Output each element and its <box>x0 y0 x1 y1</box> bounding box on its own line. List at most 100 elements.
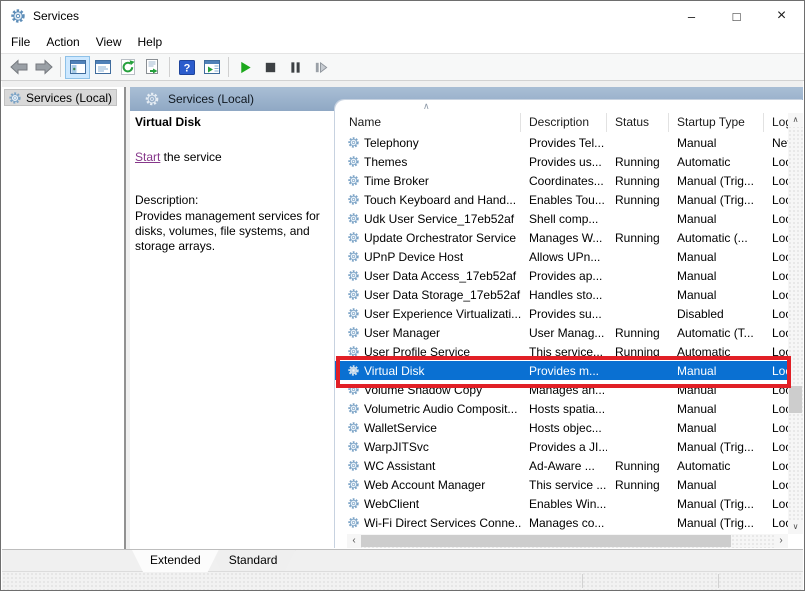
minimize-button[interactable]: – <box>669 1 714 31</box>
cell-description: Enables Win... <box>521 497 607 511</box>
service-row[interactable]: User Data Access_17eb52afProvides ap...M… <box>335 266 788 285</box>
service-gear-icon <box>347 478 360 491</box>
cell-log-on-as: Loca <box>764 326 788 340</box>
service-row[interactable]: Touch Keyboard and Hand...Enables Tou...… <box>335 190 788 209</box>
tree-item-services-local[interactable]: Services (Local) <box>4 89 117 106</box>
window-title: Services <box>33 9 79 23</box>
app-gear-icon <box>10 8 26 24</box>
cell-log-on-as: Loca <box>764 269 788 283</box>
scroll-left-icon[interactable]: ‹ <box>347 534 361 548</box>
service-row[interactable]: UPnP Device HostAllows UPn...ManualLoca <box>335 247 788 266</box>
service-gear-icon <box>347 250 360 263</box>
column-header-log-on-as[interactable]: Log <box>764 113 788 132</box>
cell-startup-type: Automatic (... <box>669 231 764 245</box>
cell-log-on-as: Loca <box>764 364 788 378</box>
service-row[interactable]: Wi-Fi Direct Services Conne...Manages co… <box>335 513 788 532</box>
sort-ascending-icon[interactable]: ∧ <box>423 101 430 112</box>
scroll-down-icon[interactable]: ∨ <box>788 520 803 534</box>
properties-icon[interactable] <box>90 56 115 79</box>
cell-description: Enables Tou... <box>521 193 607 207</box>
service-row[interactable]: User Data Storage_17eb52afHandles sto...… <box>335 285 788 304</box>
service-row[interactable]: WC AssistantAd-Aware ...RunningAutomatic… <box>335 456 788 475</box>
tab-standard[interactable]: Standard <box>211 550 296 572</box>
service-row[interactable]: Web Account ManagerThis service ...Runni… <box>335 475 788 494</box>
column-header-startup-type[interactable]: Startup Type <box>669 113 764 132</box>
service-row[interactable]: Volume Shadow CopyManages an...ManualLoc… <box>335 380 788 399</box>
cell-log-on-as: Loca <box>764 212 788 226</box>
column-header-name[interactable]: Name <box>335 113 521 132</box>
column-header-description[interactable]: Description <box>521 113 607 132</box>
cell-description: Hosts objec... <box>521 421 607 435</box>
cell-log-on-as: Loca <box>764 459 788 473</box>
maximize-button[interactable]: □ <box>714 1 759 31</box>
cell-startup-type: Manual <box>669 136 764 150</box>
scroll-up-icon[interactable]: ∧ <box>788 113 803 127</box>
cell-startup-type: Manual <box>669 383 764 397</box>
restart-service-icon[interactable] <box>308 56 333 79</box>
back-icon[interactable] <box>6 56 31 79</box>
menu-action[interactable]: Action <box>38 32 87 52</box>
close-button[interactable]: × <box>759 1 804 31</box>
pause-service-icon[interactable] <box>283 56 308 79</box>
cell-startup-type: Manual <box>669 288 764 302</box>
column-header-status[interactable]: Status <box>607 113 669 132</box>
cell-name: WC Assistant <box>335 459 521 473</box>
start-service-icon[interactable] <box>233 56 258 79</box>
cell-log-on-as: Loca <box>764 193 788 207</box>
cell-startup-type: Automatic <box>669 155 764 169</box>
cell-name: Time Broker <box>335 174 521 188</box>
cell-description: Provides a JI... <box>521 440 607 454</box>
service-row[interactable]: User Profile ServiceThis service...Runni… <box>335 342 788 361</box>
svg-text:?: ? <box>183 62 190 74</box>
cell-startup-type: Automatic (T... <box>669 326 764 340</box>
service-row[interactable]: Update Orchestrator ServiceManages W...R… <box>335 228 788 247</box>
service-gear-icon <box>347 174 360 187</box>
service-row[interactable]: WebClientEnables Win...Manual (Trig...Lo… <box>335 494 788 513</box>
cell-status: Running <box>607 174 669 188</box>
service-row[interactable]: WalletServiceHosts objec...ManualLoca <box>335 418 788 437</box>
menu-help[interactable]: Help <box>130 32 171 52</box>
description-text: Provides management services for disks, … <box>135 209 333 254</box>
service-gear-icon <box>347 288 360 301</box>
cell-status: Running <box>607 231 669 245</box>
stop-service-icon[interactable] <box>258 56 283 79</box>
refresh-icon[interactable] <box>115 56 140 79</box>
cell-description: Provides ap... <box>521 269 607 283</box>
vertical-scrollbar[interactable]: ∧ ∨ <box>788 113 803 534</box>
service-row[interactable]: Time BrokerCoordinates...RunningManual (… <box>335 171 788 190</box>
service-row[interactable]: Virtual DiskProvides m...ManualLoca <box>335 361 788 380</box>
forward-icon[interactable] <box>31 56 56 79</box>
horizontal-scrollbar[interactable]: ‹ › <box>347 534 788 548</box>
service-gear-icon <box>347 440 360 453</box>
start-service-link[interactable]: Start <box>135 150 160 164</box>
export-list-icon[interactable] <box>140 56 165 79</box>
cell-log-on-as: Netw <box>764 136 788 150</box>
cell-log-on-as: Loca <box>764 288 788 302</box>
service-row[interactable]: User ManagerUser Manag...RunningAutomati… <box>335 323 788 342</box>
service-gear-icon <box>347 212 360 225</box>
service-gear-icon <box>347 307 360 320</box>
services-panel: Services (Local) Virtual Disk Start the … <box>130 87 803 549</box>
vertical-scroll-thumb[interactable] <box>789 386 802 413</box>
cell-startup-type: Manual (Trig... <box>669 497 764 511</box>
service-row[interactable]: WarpJITSvcProvides a JI...Manual (Trig..… <box>335 437 788 456</box>
description-label: Description: <box>135 193 333 207</box>
service-row[interactable]: ThemesProvides us...RunningAutomaticLoca <box>335 152 788 171</box>
cell-startup-type: Manual (Trig... <box>669 516 764 530</box>
service-row[interactable]: TelephonyProvides Tel...ManualNetw <box>335 133 788 152</box>
menu-view[interactable]: View <box>88 32 130 52</box>
cell-log-on-as: Loca <box>764 345 788 359</box>
horizontal-scroll-thumb[interactable] <box>361 535 731 547</box>
show-action-pane-icon[interactable] <box>199 56 224 79</box>
cell-log-on-as: Loca <box>764 383 788 397</box>
scroll-right-icon[interactable]: › <box>774 534 788 548</box>
service-row[interactable]: Udk User Service_17eb52afShell comp...Ma… <box>335 209 788 228</box>
help-icon[interactable]: ? <box>174 56 199 79</box>
menu-file[interactable]: File <box>3 32 38 52</box>
service-row[interactable]: User Experience Virtualizati...Provides … <box>335 304 788 323</box>
tab-extended[interactable]: Extended <box>132 550 219 572</box>
statusbar-separator <box>582 574 583 588</box>
service-row[interactable]: Volumetric Audio Composit...Hosts spatia… <box>335 399 788 418</box>
service-gear-icon <box>347 193 360 206</box>
show-console-tree-icon[interactable] <box>65 56 90 79</box>
